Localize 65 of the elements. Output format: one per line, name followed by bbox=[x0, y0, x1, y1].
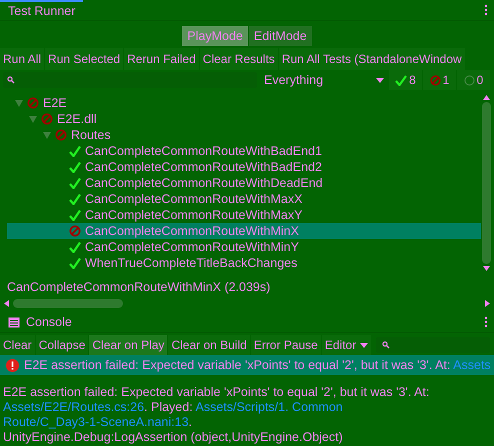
tree-row[interactable]: WhenTrueCompleteTitleBackChanges bbox=[7, 255, 481, 271]
search-field[interactable] bbox=[376, 337, 490, 353]
test-name: Routes bbox=[71, 128, 111, 142]
search-icon bbox=[7, 76, 15, 84]
test-name: CanCompleteCommonRouteWithMinX bbox=[85, 224, 299, 238]
scroll-right-icon[interactable] bbox=[485, 300, 490, 306]
test-name: CanCompleteCommonRouteWithMaxY bbox=[85, 208, 302, 222]
tree-row[interactable]: E2E.dll bbox=[7, 111, 481, 127]
toolbar-toggle[interactable]: Clear on Build bbox=[168, 335, 250, 355]
scroll-down-icon[interactable] bbox=[482, 266, 490, 271]
toolbar-toggle[interactable]: Clear on Play bbox=[89, 335, 168, 355]
mode-tab[interactable]: EditMode bbox=[248, 26, 312, 46]
circle-icon bbox=[464, 74, 475, 86]
search-field[interactable] bbox=[3, 72, 257, 88]
skipped-filter-toggle[interactable]: 0 bbox=[457, 70, 490, 90]
expand-arrow-icon[interactable] bbox=[43, 132, 51, 138]
test-name: CanCompleteCommonRouteWithBadEnd1 bbox=[85, 144, 322, 158]
test-name: CanCompleteCommonRouteWithDeadEnd bbox=[85, 176, 323, 190]
tree-row[interactable]: CanCompleteCommonRouteWithBadEnd2 bbox=[7, 159, 481, 175]
tree-row[interactable]: Routes bbox=[7, 127, 481, 143]
mode-tab[interactable]: PlayMode bbox=[182, 26, 248, 46]
tree-row[interactable]: E2E bbox=[7, 95, 481, 111]
log-message: E2E assertion failed: Expected variable 'xPoints' to equal '2', but it was '3'. At: Assets bbox=[24, 358, 491, 372]
passed-filter-toggle[interactable]: 8 bbox=[389, 70, 422, 90]
toolbar-toggle[interactable]: Collapse bbox=[36, 335, 88, 355]
tree-row[interactable]: CanCompleteCommonRouteWithMinY bbox=[7, 239, 481, 255]
editor-dropdown[interactable]: Editor bbox=[322, 335, 372, 355]
toolbar-toggle[interactable]: Error Pause bbox=[250, 335, 321, 355]
toolbar-button[interactable]: Rerun Failed bbox=[124, 48, 199, 70]
failed-icon bbox=[430, 74, 441, 86]
log-entry[interactable]: E2E assertion failed: Expected variable 'xPoints' to equal '2', but it was '3'. At: Assets bbox=[0, 355, 494, 375]
more-options-icon[interactable] bbox=[484, 4, 488, 16]
tree-row[interactable]: CanCompleteCommonRouteWithMaxY bbox=[7, 207, 481, 223]
expand-arrow-icon[interactable] bbox=[15, 100, 23, 106]
test-name: WhenTrueCompleteTitleBackChanges bbox=[85, 256, 298, 270]
file-link[interactable]: Assets/Scripts/1. Common bbox=[195, 400, 343, 414]
console-icon bbox=[8, 316, 20, 328]
vertical-scrollbar[interactable] bbox=[481, 95, 491, 271]
toolbar-button[interactable]: Run Selected bbox=[45, 48, 124, 70]
toolbar-toggle[interactable]: Clear bbox=[0, 335, 35, 355]
caret-icon bbox=[376, 78, 384, 82]
tree-row[interactable]: CanCompleteCommonRouteWithDeadEnd bbox=[7, 175, 481, 191]
failed-filter-toggle[interactable]: 1 bbox=[423, 70, 456, 90]
file-link[interactable]: Route/C_Day3-1-SceneA.nani:13 bbox=[3, 415, 189, 429]
toolbar-button[interactable]: Clear Results bbox=[200, 48, 278, 70]
test-name: E2E bbox=[43, 96, 67, 110]
scroll-left-icon[interactable] bbox=[4, 300, 9, 306]
file-link[interactable]: Assets/E2E/Routes.cs:26 bbox=[3, 400, 144, 414]
selected-test-status: CanCompleteCommonRouteWithMinX (2.039s) bbox=[6, 279, 272, 296]
scroll-up-icon[interactable] bbox=[482, 95, 490, 100]
check-icon bbox=[395, 74, 408, 86]
toolbar-button[interactable]: Run All Tests (StandaloneWindow bbox=[278, 48, 465, 70]
log-details: E2E assertion failed: Expected variable 'xPoints' to equal '2', but it was '3'. At: Assets/E2E/Routes.cs:26. Played: Assets/Scripts/1. Common Route/C_Day3-1-SceneA.nani:13. UnityEngine.Debug:LogAssertion (object,UnityEngine.Object) bbox=[2, 384, 430, 445]
test-name: E2E.dll bbox=[57, 112, 97, 126]
test-name: CanCompleteCommonRouteWithBadEnd2 bbox=[85, 160, 322, 174]
test-name: CanCompleteCommonRouteWithMinY bbox=[85, 240, 299, 254]
caret-icon bbox=[360, 342, 368, 348]
search-icon bbox=[382, 341, 390, 349]
tree-row[interactable]: CanCompleteCommonRouteWithBadEnd1 bbox=[7, 143, 481, 159]
tree-row[interactable]: CanCompleteCommonRouteWithMinX bbox=[7, 223, 481, 239]
tree-row[interactable]: CanCompleteCommonRouteWithMaxX bbox=[7, 191, 481, 207]
expand-arrow-icon[interactable] bbox=[29, 116, 37, 122]
toolbar-button[interactable]: Run All bbox=[0, 48, 44, 70]
more-options-icon[interactable] bbox=[484, 316, 488, 328]
test-name: CanCompleteCommonRouteWithMaxX bbox=[85, 192, 302, 206]
